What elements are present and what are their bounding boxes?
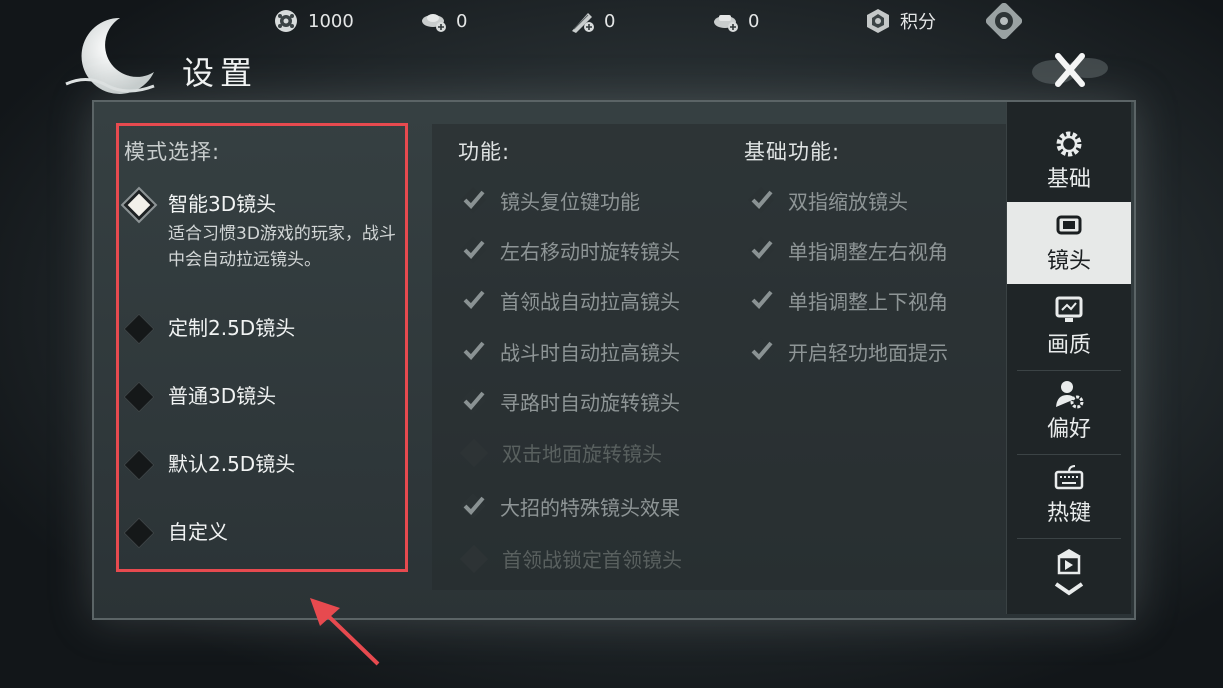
option-label: 左右移动时旋转镜头	[500, 239, 680, 264]
checkmark-icon	[748, 287, 774, 313]
points-badge-icon	[864, 7, 892, 35]
resource-bar: 1000 0 0 0 积分	[0, 0, 1223, 42]
unchecked-box-icon	[459, 438, 489, 467]
checkbox-pathfind-rotate[interactable]: 寻路时自动旋转镜头	[458, 386, 680, 416]
option-label: 首领战锁定首领镜头	[502, 548, 682, 572]
resource-treasure[interactable]: 0	[712, 6, 759, 36]
resource-points[interactable]: 积分	[864, 6, 936, 36]
option-label: 大招的特殊镜头效果	[500, 495, 680, 520]
close-button[interactable]	[1030, 40, 1110, 100]
checkbox-boss-raise-camera[interactable]: 首领战自动拉高镜头	[458, 285, 680, 315]
resource-ingot[interactable]: 0	[420, 6, 467, 36]
checkbox-horizontal-view[interactable]: 单指调整左右视角	[746, 235, 948, 265]
option-label: 单指调整左右视角	[788, 239, 948, 264]
moon-decoration-icon	[65, 17, 155, 94]
checkmark-icon	[748, 338, 774, 364]
ingot-value: 0	[456, 10, 468, 32]
user-settings-icon	[1056, 381, 1084, 409]
option-label: 开启轻功地面提示	[788, 340, 948, 365]
tab-label: 画质	[1046, 333, 1091, 358]
points-label: 积分	[900, 12, 936, 33]
dialog-title: 设置	[182, 54, 259, 92]
keyboard-icon	[1054, 465, 1084, 490]
tab-label: 镜头	[1046, 249, 1091, 274]
option-label: 首领战自动拉高镜头	[500, 289, 680, 314]
tab-camera[interactable]: 镜头	[1007, 202, 1131, 284]
option-label: 双击地面旋转镜头	[502, 442, 662, 466]
tab-label: 热键	[1046, 501, 1091, 526]
checkbox-combat-raise-camera[interactable]: 战斗时自动拉高镜头	[458, 336, 680, 366]
resource-feather[interactable]: 0	[568, 6, 615, 36]
treasure-plus-icon	[712, 7, 740, 35]
coins-value: 1000	[308, 10, 354, 32]
checkbox-camera-reset[interactable]: 镜头复位键功能	[458, 185, 640, 215]
shop-icon	[1057, 549, 1081, 575]
checkmark-icon	[460, 187, 486, 213]
camera-frame-icon	[1056, 215, 1082, 235]
settings-tabs: 基础 镜头 画质 偏好 热键	[1006, 102, 1131, 614]
features-heading: 功能:	[458, 140, 511, 164]
feather-value: 0	[604, 10, 616, 32]
option-label: 镜头复位键功能	[500, 189, 640, 214]
checkbox-boss-lock-camera[interactable]: 首领战锁定首领镜头	[458, 544, 682, 573]
checkmark-icon	[460, 493, 486, 519]
checkmark-icon	[460, 287, 486, 313]
pointer-arrow-icon	[310, 598, 380, 666]
checkmark-icon	[460, 237, 486, 263]
checkbox-ultimate-camera[interactable]: 大招的特殊镜头效果	[458, 491, 680, 521]
tab-hotkeys[interactable]: 热键	[1007, 454, 1131, 536]
checkbox-double-tap-rotate[interactable]: 双击地面旋转镜头	[458, 438, 662, 467]
tab-preferences[interactable]: 偏好	[1007, 370, 1131, 452]
ingot-plus-icon	[420, 7, 448, 35]
option-label: 寻路时自动旋转镜头	[500, 390, 680, 415]
top-settings-button[interactable]	[986, 3, 1022, 39]
checkmark-icon	[460, 388, 486, 414]
chevron-down-icon[interactable]	[1052, 578, 1086, 598]
highlight-box	[116, 123, 408, 572]
tab-label: 基础	[1046, 167, 1091, 192]
gear-icon	[1056, 131, 1082, 157]
checkmark-icon	[748, 237, 774, 263]
tab-basic[interactable]: 基础	[1007, 120, 1131, 202]
tab-graphics[interactable]: 画质	[1007, 286, 1131, 368]
checkbox-vertical-view[interactable]: 单指调整上下视角	[746, 285, 948, 315]
checkmark-icon	[460, 338, 486, 364]
checkbox-pinch-zoom[interactable]: 双指缩放镜头	[746, 185, 908, 215]
monitor-icon	[1055, 296, 1083, 322]
option-label: 双指缩放镜头	[788, 189, 908, 214]
basic-features-heading: 基础功能:	[744, 140, 841, 164]
coin-reel-icon	[272, 7, 300, 35]
treasure-value: 0	[748, 10, 760, 32]
feather-plus-icon	[568, 7, 596, 35]
tab-label: 偏好	[1046, 417, 1091, 442]
gear-badge-icon	[986, 3, 1022, 39]
checkbox-qinggong-hint[interactable]: 开启轻功地面提示	[746, 336, 948, 366]
checkbox-rotate-on-move[interactable]: 左右移动时旋转镜头	[458, 235, 680, 265]
tab-more[interactable]	[1007, 538, 1131, 614]
resource-coins[interactable]: 1000	[272, 6, 354, 36]
unchecked-box-icon	[459, 544, 489, 573]
option-label: 单指调整上下视角	[788, 289, 948, 314]
option-label: 战斗时自动拉高镜头	[500, 340, 680, 365]
close-icon	[1032, 53, 1108, 87]
checkmark-icon	[748, 187, 774, 213]
